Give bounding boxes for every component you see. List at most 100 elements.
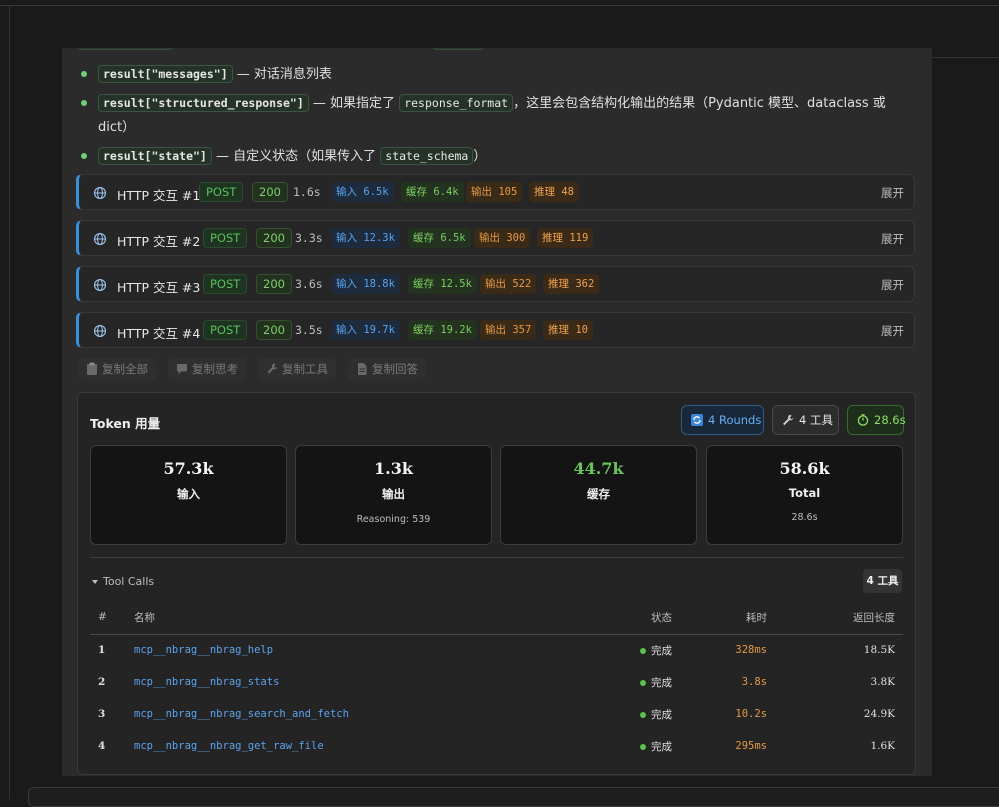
col-time: 耗时 bbox=[672, 601, 767, 635]
tool-time: 295ms bbox=[735, 740, 767, 752]
duration: 3.6s bbox=[295, 277, 323, 291]
list-item: result["state"] — 自定义状态（如果传入了 state_sche… bbox=[80, 144, 920, 169]
col-status: 状态 bbox=[582, 601, 672, 635]
cache-tokens-badge: 缓存 6.4k bbox=[401, 182, 464, 202]
copy-thinking-label: 复制思考 bbox=[192, 362, 238, 376]
reasoning-tokens-badge: 推理 48 bbox=[529, 182, 579, 202]
stat-sub: 28.6s bbox=[791, 512, 818, 523]
tool-length: 1.6K bbox=[870, 740, 895, 752]
output-tokens-badge: 输出 522 bbox=[480, 274, 537, 294]
timer-icon bbox=[857, 414, 869, 426]
tool-calls-count-badge: 4 工具 bbox=[863, 569, 902, 593]
http-title: HTTP 交互 #4 bbox=[117, 326, 201, 341]
input-tokens-badge: 输入 18.8k bbox=[331, 274, 400, 294]
tool-status: 完成 bbox=[582, 698, 672, 730]
http-title: HTTP 交互 #3 bbox=[117, 280, 201, 295]
tool-status: 完成 bbox=[582, 666, 672, 698]
tool-length: 24.9K bbox=[863, 708, 895, 720]
method-badge: POST bbox=[203, 228, 248, 248]
table-row[interactable]: 2 mcp__nbrag__nbrag_stats 完成 3.8s 3.8K bbox=[90, 666, 903, 698]
stat-output: 1.3k 输出 Reasoning: 539 bbox=[295, 445, 492, 545]
status-badge: 200 bbox=[256, 320, 292, 340]
tool-calls-table: # 名称 状态 耗时 返回长度 1 mcp__nbrag__nbrag_help… bbox=[90, 601, 903, 762]
list-item-text: ） bbox=[473, 149, 487, 164]
tool-status-label: 完成 bbox=[651, 644, 672, 657]
status-dot-icon bbox=[640, 743, 646, 750]
tool-name: mcp__nbrag__nbrag_get_raw_file bbox=[134, 740, 324, 752]
previous-code-chip bbox=[78, 48, 174, 50]
tool-time: 3.8s bbox=[741, 676, 767, 688]
tools-count-label: 4 工具 bbox=[799, 413, 833, 427]
wrench-icon bbox=[783, 414, 794, 426]
divider bbox=[90, 557, 903, 558]
output-tokens-badge: 输出 357 bbox=[480, 320, 537, 340]
duration: 3.3s bbox=[295, 231, 323, 245]
input-tokens-badge: 输入 19.7k bbox=[331, 320, 400, 340]
collapse-triangle-icon bbox=[92, 580, 98, 584]
method-badge: POST bbox=[203, 320, 248, 340]
copy-thinking-button[interactable]: 复制思考 bbox=[168, 358, 246, 380]
http-interaction-row[interactable]: HTTP 交互 #2 POST 200 3.3s 输入 12.3k 缓存 6.5… bbox=[76, 220, 915, 256]
refresh-icon bbox=[691, 414, 703, 426]
http-interaction-row[interactable]: HTTP 交互 #3 POST 200 3.6s 输入 18.8k 缓存 12.… bbox=[76, 266, 915, 302]
method-badge: POST bbox=[199, 182, 244, 202]
list-item-text: — 对话消息列表 bbox=[232, 67, 332, 82]
copy-all-button[interactable]: 复制全部 bbox=[78, 358, 156, 380]
copy-tools-button[interactable]: 复制工具 bbox=[258, 358, 336, 380]
list-item: result["messages"] — 对话消息列表 bbox=[80, 62, 920, 87]
stat-total: 58.6k Total 28.6s bbox=[706, 445, 903, 545]
tool-status-label: 完成 bbox=[651, 676, 672, 689]
right-frame bbox=[932, 6, 999, 58]
reasoning-tokens-badge: 推理 119 bbox=[537, 228, 594, 248]
stat-label: Total bbox=[788, 486, 821, 500]
tool-name: mcp__nbrag__nbrag_stats bbox=[134, 676, 280, 688]
bottom-input-bar[interactable] bbox=[28, 787, 999, 807]
expand-button[interactable]: 展开 bbox=[881, 323, 904, 339]
method-badge: POST bbox=[203, 274, 248, 294]
tool-calls-heading: Tool Calls bbox=[103, 575, 155, 588]
stat-label: 输出 bbox=[382, 487, 405, 501]
stat-value: 44.7k bbox=[573, 459, 624, 478]
left-rail bbox=[0, 6, 10, 799]
http-interaction-row[interactable]: HTTP 交互 #1 POST 200 1.6s 输入 6.5k 缓存 6.4k… bbox=[76, 174, 915, 210]
stat-cache: 44.7k 缓存 bbox=[500, 445, 697, 545]
tool-status: 完成 bbox=[582, 730, 672, 762]
list-item-text: — 自定义状态（如果传入了 bbox=[211, 149, 381, 164]
expand-button[interactable]: 展开 bbox=[881, 231, 904, 247]
expand-button[interactable]: 展开 bbox=[881, 277, 904, 293]
http-interaction-row[interactable]: HTTP 交互 #4 POST 200 3.5s 输入 19.7k 缓存 19.… bbox=[76, 312, 915, 348]
tool-length: 18.5K bbox=[863, 644, 895, 657]
input-tokens-badge: 输入 12.3k bbox=[331, 228, 400, 248]
copy-answer-label: 复制回答 bbox=[372, 362, 418, 376]
status-badge: 200 bbox=[256, 274, 292, 294]
output-tokens-badge: 输出 105 bbox=[466, 182, 523, 202]
status-dot-icon bbox=[640, 711, 646, 718]
previous-code-chip bbox=[432, 48, 484, 50]
table-row[interactable]: 1 mcp__nbrag__nbrag_help 完成 328ms 18.5K bbox=[90, 634, 903, 666]
output-tokens-badge: 输出 300 bbox=[474, 228, 531, 248]
copy-answer-button[interactable]: 复制回答 bbox=[348, 358, 426, 380]
cache-tokens-badge: 缓存 6.5k bbox=[408, 228, 471, 248]
row-num: 3 bbox=[98, 708, 106, 720]
stat-value: 58.6k bbox=[779, 459, 830, 478]
expand-button[interactable]: 展开 bbox=[881, 185, 904, 201]
input-tokens-badge: 输入 6.5k bbox=[331, 182, 394, 202]
tool-time: 10.2s bbox=[735, 708, 767, 720]
document-icon bbox=[358, 363, 367, 375]
row-num: 4 bbox=[98, 740, 106, 752]
inline-code: response_format bbox=[399, 94, 514, 112]
table-row[interactable]: 3 mcp__nbrag__nbrag_search_and_fetch 完成 … bbox=[90, 698, 903, 730]
tool-name: mcp__nbrag__nbrag_search_and_fetch bbox=[134, 708, 349, 720]
stat-input: 57.3k 输入 bbox=[90, 445, 287, 545]
tool-status-label: 完成 bbox=[651, 740, 672, 753]
http-title: HTTP 交互 #1 bbox=[117, 188, 201, 203]
elapsed-time-badge: 28.6s bbox=[847, 405, 906, 435]
speech-bubble-icon bbox=[177, 364, 187, 374]
table-row[interactable]: 4 mcp__nbrag__nbrag_get_raw_file 完成 295m… bbox=[90, 730, 903, 762]
row-num: 2 bbox=[98, 676, 106, 688]
list-item: result["structured_response"] — 如果指定了 re… bbox=[80, 91, 920, 140]
tool-calls-toggle[interactable]: Tool Calls bbox=[92, 575, 154, 588]
tools-count-badge: 4 工具 bbox=[772, 405, 839, 435]
inline-code: result["state"] bbox=[98, 147, 212, 165]
col-num: # bbox=[90, 601, 134, 635]
